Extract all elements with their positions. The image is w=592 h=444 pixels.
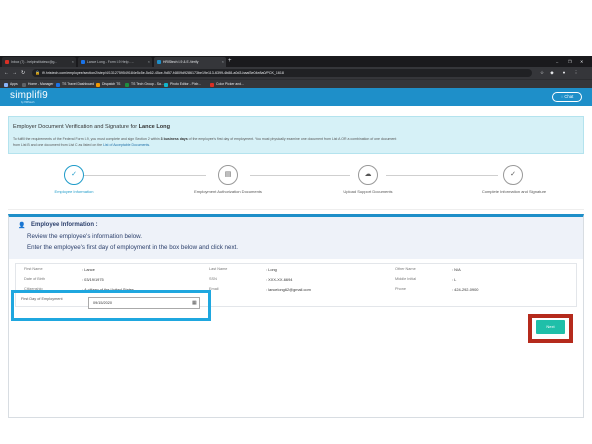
bookmarks-bar: Apps Home - Manager TS Travel Dashboard … [0,79,592,88]
bookmark-icon [96,82,100,87]
menu-icon[interactable]: ⋮ [572,68,580,78]
back-icon[interactable]: ← [4,68,9,78]
step-employee-info-label: Employee Information [54,189,94,194]
reload-icon[interactable]: ↻ [21,68,25,78]
acceptable-documents-link[interactable]: List of Acceptable Documents [103,143,149,147]
ssn-value: : XXX-XX-6694 [266,277,293,282]
extension-icon[interactable]: ◆ [548,68,556,78]
tab-title: Lance Long - Form I-9 Help - ... [87,60,135,64]
bookmark-icon [125,82,129,87]
tab-inbox[interactable]: Inbox (7) - helpinstituteso@g... × [2,57,76,67]
step-upload-docs-icon[interactable]: ☁ [358,165,378,185]
phone-value: : 424-292-0900 [452,287,479,292]
tab-title: HRIStech I-9 & E-Verify [163,60,199,64]
app-header: simplifi9 by HRIStech ◌ Chat [0,88,592,106]
url-text: i9.hristech.com/employee/section2/step/4… [42,71,284,75]
chat-button[interactable]: ◌ Chat [552,92,582,102]
progress-steps: ✓ Employee Information ▤ Employment Auth… [8,156,584,210]
hristech-icon [157,60,161,64]
close-icon[interactable]: × [72,57,74,67]
first-name-value: : Lance [82,267,95,272]
tab-title: Inbox (7) - helpinstituteso@g... [11,60,58,64]
app-logo-sub: by HRIStech [21,101,35,104]
step-upload-docs-label: Upload Support Documents [343,189,393,194]
apps-icon [4,82,8,87]
card-header: 👤 Employee Information : Review the empl… [9,217,583,259]
dob-value: : 03/19/1975 [82,277,104,282]
bookmark-icon [210,82,214,87]
browser-chrome: Inbox (7) - helpinstituteso@g... × Lance… [0,56,592,88]
card-title: Employee Information : [31,222,98,228]
step-authorization-docs-label: Employment Authorization Documents [194,189,262,194]
first-day-value: 09/15/2020 [93,301,113,305]
step-authorization-docs-icon[interactable]: ▤ [218,165,238,185]
other-name-label: Other Name [395,267,416,271]
banner-title: Employer Document Verification and Signa… [13,124,171,130]
profile-icon[interactable]: ● [560,68,568,78]
middle-initial-label: Middle Initial [395,277,417,281]
screenshot-stage: Inbox (7) - helpinstituteso@g... × Lance… [0,0,592,444]
middle-initial-value: : L [452,277,457,282]
step-employee-info-icon[interactable]: ✓ [64,165,84,185]
banner-text: To fulfill the requirements of the Feder… [13,137,397,147]
tab-hristech[interactable]: HRIStech I-9 & E-Verify × [154,57,226,67]
first-day-label: First Day of Employment [21,297,63,301]
card-instruction-2: Enter the employee's first day of employ… [27,244,238,251]
url-bar[interactable]: 🔒 i9.hristech.com/employee/section2/step… [32,69,532,77]
new-tab-button[interactable]: + [228,56,232,67]
calendar-icon[interactable]: ▦ [192,298,197,308]
card-instruction-1: Review the employee's information below. [27,233,143,240]
person-icon: 👤 [18,223,26,229]
bookmark-icon [22,82,26,87]
first-name-label: First Name [24,267,43,271]
lock-icon: 🔒 [35,70,40,75]
step-connector [386,175,498,176]
next-button[interactable]: Next [536,320,565,334]
close-window-button[interactable]: ✕ [580,56,583,67]
tab-help[interactable]: Lance Long - Form I-9 Help - ... × [78,57,152,67]
gmail-icon [5,60,9,64]
bookmark-icon [56,82,60,87]
ssn-label: SSN [209,277,217,281]
email-value: : lancelong62@gmail.com [266,287,311,292]
step-complete-label: Complete Information and Signature [481,189,547,194]
main-content: Employer Document Verification and Signa… [0,106,592,420]
step-connector [250,175,350,176]
phone-label: Phone [395,287,406,291]
step-connector [84,175,206,176]
address-bar-row: ← → ↻ 🔒 i9.hristech.com/employee/section… [0,67,592,79]
last-name-value: : Long [266,267,277,272]
tab-bar: Inbox (7) - helpinstituteso@g... × Lance… [0,56,592,67]
dob-label: Date of Birth [24,277,46,281]
star-icon[interactable]: ☆ [538,68,546,78]
bookmark-icon [164,82,168,87]
minimize-button[interactable]: – [556,56,558,67]
first-day-input[interactable]: 09/15/2020 ▦ [88,297,200,309]
other-name-value: : N/A [452,267,461,272]
maximize-button[interactable]: ❐ [568,56,572,67]
employee-name: Lance Long [138,124,171,130]
last-name-label: Last Name [209,267,228,271]
instruction-banner: Employer Document Verification and Signa… [8,116,584,154]
app-logo[interactable]: simplifi9 [10,90,48,101]
step-complete-icon[interactable]: ✓ [503,165,523,185]
doc-icon [81,60,85,64]
close-icon[interactable]: × [148,57,150,67]
close-icon[interactable]: × [222,57,224,67]
forward-icon[interactable]: → [12,68,17,78]
